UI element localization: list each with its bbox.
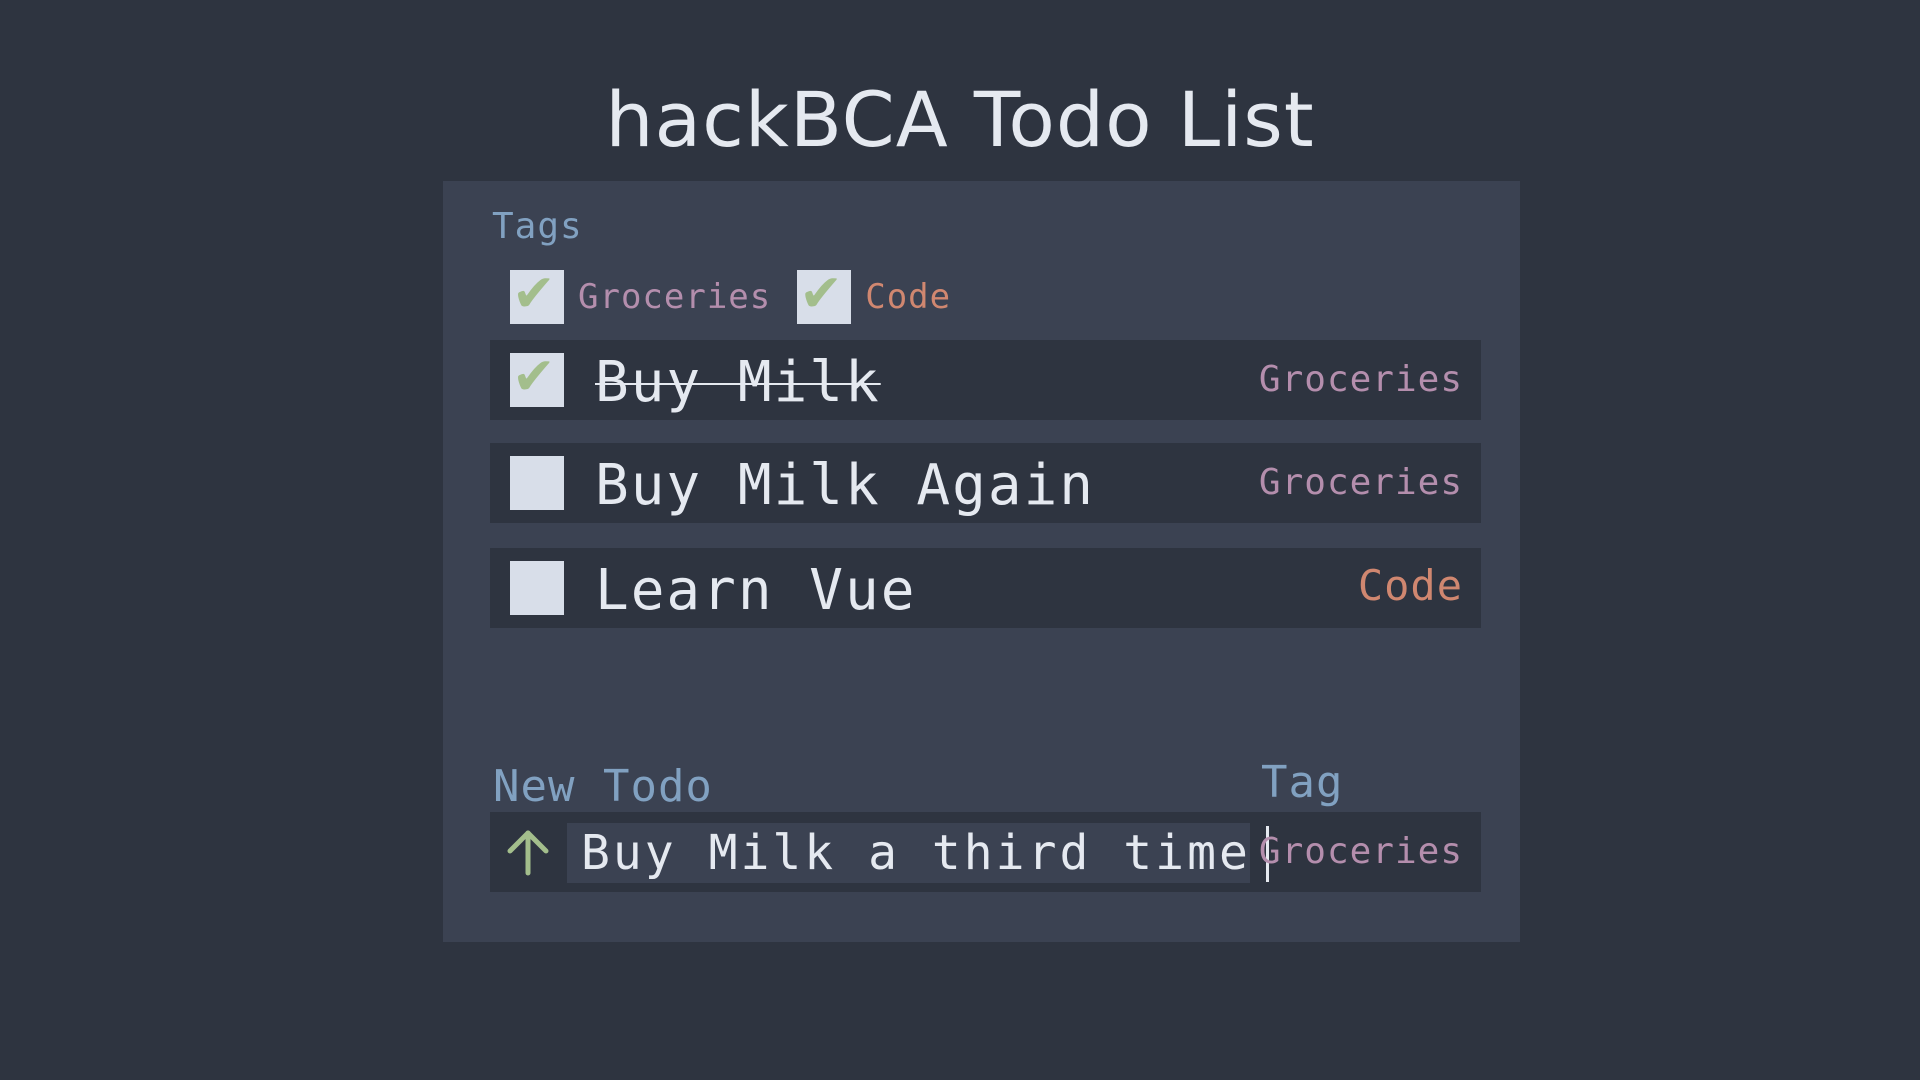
- arrow-up-icon: [507, 830, 549, 876]
- todo-text: Buy Milk: [595, 350, 881, 415]
- checkmark-icon: ✔: [799, 264, 843, 324]
- tag-filter-groceries[interactable]: ✔ Groceries: [510, 264, 772, 324]
- todo-checkbox[interactable]: [510, 561, 564, 615]
- tag-filter-list: ✔ Groceries ✔ Code: [510, 264, 977, 324]
- todo-tag: Code: [1357, 561, 1463, 610]
- new-todo-input[interactable]: [567, 823, 1250, 883]
- todo-item: ✔ Buy Milk Groceries: [490, 340, 1481, 420]
- new-todo-tag-label: Tag: [1261, 757, 1344, 808]
- todo-checkbox[interactable]: [510, 456, 564, 510]
- tag-select[interactable]: Groceries: [1259, 832, 1463, 872]
- tag-filter-label-code: Code: [865, 277, 952, 317]
- tag-filter-checkbox-groceries[interactable]: ✔: [510, 264, 564, 324]
- checkmark-icon: ✔: [512, 264, 556, 324]
- todo-text: Buy Milk Again: [595, 453, 1096, 518]
- todo-item: Buy Milk Again Groceries: [490, 443, 1481, 523]
- new-todo-label: New Todo: [493, 761, 713, 812]
- tags-section-label: Tags: [492, 206, 583, 247]
- tag-filter-label-groceries: Groceries: [578, 277, 772, 317]
- tag-filter-code[interactable]: ✔ Code: [797, 264, 952, 324]
- todo-checkbox[interactable]: ✔: [510, 347, 564, 407]
- new-todo-form: Groceries: [490, 812, 1481, 892]
- todo-panel: Tags ✔ Groceries ✔ Code ✔ Buy Milk Groce…: [443, 181, 1520, 942]
- submit-todo-button[interactable]: [501, 825, 555, 879]
- page-title: hackBCA Todo List: [605, 75, 1315, 164]
- checkmark-icon: ✔: [512, 347, 556, 407]
- todo-text: Learn Vue: [595, 558, 917, 623]
- todo-item: Learn Vue Code: [490, 548, 1481, 628]
- todo-tag: Groceries: [1258, 359, 1463, 400]
- todo-tag: Groceries: [1258, 462, 1463, 503]
- tag-filter-checkbox-code[interactable]: ✔: [797, 264, 852, 324]
